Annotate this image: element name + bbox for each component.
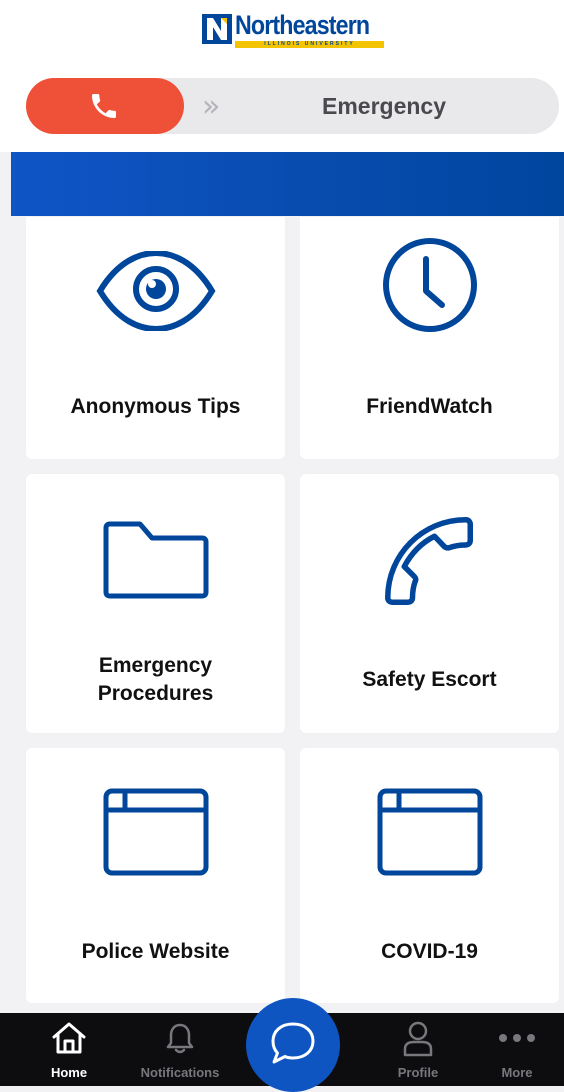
tile-police-website[interactable]: Police Website <box>26 748 285 1003</box>
tile-label: Emergency Procedures <box>97 654 214 705</box>
eye-icon <box>96 251 216 331</box>
tab-label: Profile <box>397 1065 439 1080</box>
clock-icon <box>383 238 477 332</box>
bell-icon <box>166 1023 194 1054</box>
chat-button[interactable] <box>246 998 340 1092</box>
tile-label: FriendWatch <box>366 395 493 418</box>
emergency-slider[interactable]: » Emergency <box>26 78 559 134</box>
chat-bubble-icon <box>271 1022 315 1064</box>
logo-n-mark <box>202 14 232 44</box>
tab-label: More <box>501 1065 533 1080</box>
browser-window-icon <box>103 788 209 876</box>
more-dots-icon <box>499 1034 535 1042</box>
user-icon <box>403 1021 433 1057</box>
tile-label: Police Website <box>81 940 230 963</box>
tile-safety-escort[interactable]: Safety Escort <box>300 474 559 733</box>
logo-subtext: ILLINOIS UNIVERSITY <box>235 41 384 48</box>
double-chevron-right-icon: » <box>202 89 221 124</box>
home-icon <box>52 1022 86 1054</box>
tab-label: Home <box>50 1065 88 1080</box>
tab-notifications[interactable]: Notifications <box>125 1013 235 1086</box>
tile-label: Anonymous Tips <box>70 395 241 418</box>
tab-profile[interactable]: Profile <box>363 1013 473 1086</box>
phone-icon <box>385 517 473 605</box>
browser-window-icon <box>377 788 483 876</box>
phone-icon <box>92 94 116 118</box>
logo-wordmark: Northeastern <box>235 10 370 40</box>
tile-covid-19[interactable]: COVID-19 <box>300 748 559 1003</box>
tab-label: Notifications <box>140 1065 220 1080</box>
tile-label: Safety Escort <box>362 668 497 691</box>
emergency-label: Emergency <box>322 93 447 119</box>
folder-icon <box>103 521 209 599</box>
banner-band <box>11 152 564 216</box>
tab-home[interactable]: Home <box>14 1013 124 1086</box>
tile-emergency-procedures[interactable]: Emergency Procedures <box>26 474 285 733</box>
tab-more[interactable]: More <box>462 1013 564 1086</box>
tile-friendwatch[interactable]: FriendWatch <box>300 217 559 459</box>
tile-anonymous-tips[interactable]: Anonymous Tips <box>26 217 285 459</box>
tile-label: COVID-19 <box>381 940 478 963</box>
university-logo: Northeastern ILLINOIS UNIVERSITY <box>202 10 384 50</box>
app-header: Northeastern ILLINOIS UNIVERSITY » Emerg… <box>0 0 564 152</box>
emergency-call-button[interactable] <box>26 78 184 134</box>
